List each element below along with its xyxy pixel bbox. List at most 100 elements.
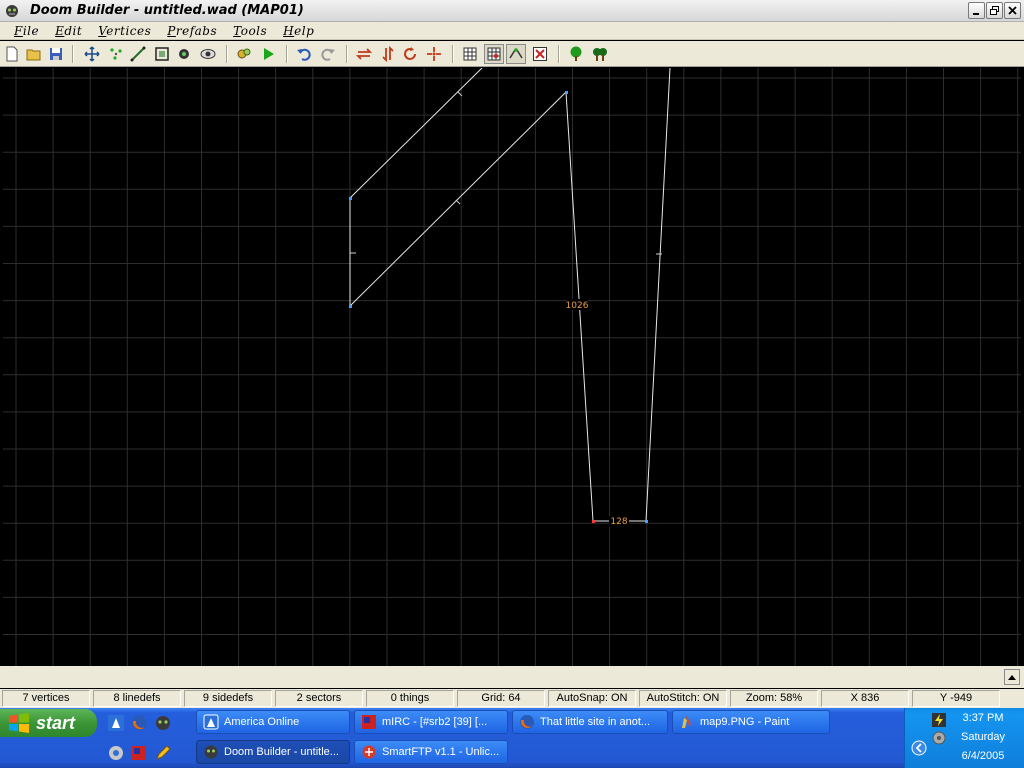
close-button[interactable]: [1004, 2, 1021, 19]
task-mirc[interactable]: mIRC - [#srb2 [39] [...: [354, 710, 508, 734]
task-doom-builder[interactable]: Doom Builder - untitle...: [196, 740, 350, 764]
menu-help[interactable]: Help: [275, 24, 322, 38]
aol-icon: [203, 714, 219, 730]
undo-icon: [297, 48, 311, 61]
flip-horizontal-button[interactable]: [354, 44, 374, 64]
task-firefox[interactable]: That little site in anot...: [512, 710, 668, 734]
grid-toggle-icon: [463, 47, 477, 61]
grid-toggle-button[interactable]: [460, 44, 480, 64]
doom-builder-icon: [204, 745, 218, 759]
toolbar: [0, 41, 1024, 67]
close-map-icon: [533, 47, 547, 61]
status-autosnap: AutoSnap: ON: [548, 690, 636, 707]
stitch-icon: [509, 48, 523, 59]
map-tree-button[interactable]: [590, 44, 610, 64]
move-mode-button[interactable]: [82, 44, 102, 64]
linedef[interactable]: [349, 91, 567, 307]
menu-prefabs[interactable]: Prefabs: [159, 24, 225, 38]
restore-button[interactable]: [986, 2, 1003, 19]
vertex[interactable]: [592, 520, 595, 523]
things-mode-icon: [179, 49, 189, 59]
task-label: America Online: [224, 716, 300, 728]
things-mode-button[interactable]: [174, 44, 194, 64]
windows-logo-icon: [9, 713, 29, 733]
rotate-button[interactable]: [400, 44, 420, 64]
status-sidedefs: 9 sidedefs: [184, 690, 272, 707]
task-label: Doom Builder - untitle...: [224, 746, 339, 758]
linedefs-mode-button[interactable]: [128, 44, 148, 64]
save-map-button[interactable]: [46, 44, 66, 64]
aol-quicklaunch-icon[interactable]: [107, 714, 125, 732]
menu-file[interactable]: File: [6, 24, 47, 38]
long-line-length-label: 1026: [566, 301, 589, 311]
game-quicklaunch-icon[interactable]: [107, 744, 125, 762]
sectors-mode-button[interactable]: [152, 44, 172, 64]
snap-grid-icon: [487, 47, 501, 61]
scroll-up-button[interactable]: [1004, 669, 1020, 685]
minimize-button[interactable]: [968, 2, 985, 19]
pencil-quicklaunch-icon[interactable]: [154, 744, 172, 762]
flip-vertical-button[interactable]: [378, 44, 398, 64]
restore-icon: [990, 6, 999, 15]
redo-button[interactable]: [318, 44, 338, 64]
short-line-length-label: 128: [610, 517, 627, 527]
task-label: That little site in anot...: [540, 716, 651, 728]
linedefs[interactable]: [349, 68, 671, 522]
paint-icon: [682, 716, 691, 728]
window-title: Doom Builder - untitled.wad (MAP01): [30, 3, 304, 18]
title-bar[interactable]: Doom Builder - untitled.wad (MAP01): [0, 0, 1024, 22]
vertices-mode-button[interactable]: [106, 44, 126, 64]
map-grid: [3, 68, 1021, 666]
status-bar: 7 vertices 8 linedefs 9 sidedefs 2 secto…: [0, 689, 1024, 708]
task-paint[interactable]: map9.PNG - Paint: [672, 710, 830, 734]
mirc-quicklaunch-icon[interactable]: [130, 744, 148, 762]
vertex[interactable]: [349, 197, 352, 200]
scale-button[interactable]: [424, 44, 444, 64]
status-vertices: 7 vertices: [2, 690, 90, 707]
test-map-icon: [264, 48, 274, 60]
doom-builder-quicklaunch-icon[interactable]: [154, 714, 172, 732]
vertex[interactable]: [645, 520, 648, 523]
arrow-up-icon: [1008, 675, 1016, 680]
mirc-icon: [362, 715, 376, 729]
vertex[interactable]: [565, 91, 568, 94]
build-nodes-button[interactable]: [234, 44, 254, 64]
save-icon: [50, 48, 62, 60]
status-autostitch: AutoStitch: ON: [639, 690, 727, 707]
doom-builder-app-icon[interactable]: [4, 3, 20, 19]
status-linedefs: 8 linedefs: [93, 690, 181, 707]
close-icon: [1008, 6, 1017, 15]
start-label: start: [36, 712, 76, 733]
build-nodes-icon: [237, 48, 251, 59]
task-smartftp[interactable]: SmartFTP v1.1 - Unlic...: [354, 740, 508, 764]
new-map-button[interactable]: [2, 44, 22, 64]
tree-dark-icon: [593, 48, 607, 61]
start-button[interactable]: start: [0, 709, 97, 737]
script-editor-button[interactable]: [566, 44, 586, 64]
undo-button[interactable]: [294, 44, 314, 64]
3d-mode-button[interactable]: [198, 44, 218, 64]
status-y-coordinate: Y -949: [912, 690, 1000, 707]
clock-date: 6/4/2005: [961, 750, 1005, 762]
menu-tools[interactable]: Tools: [225, 24, 275, 38]
scale-icon: [427, 47, 441, 61]
task-aol[interactable]: America Online: [196, 710, 350, 734]
menu-edit[interactable]: Edit: [47, 24, 90, 38]
clock-time[interactable]: 3:37 PM: [905, 712, 1024, 724]
3d-mode-icon: [200, 49, 216, 59]
map-canvas[interactable]: 1026 128: [3, 68, 1021, 666]
auto-stitch-button[interactable]: [506, 44, 526, 64]
snap-to-grid-button[interactable]: [484, 44, 504, 64]
linedef[interactable]: [349, 68, 483, 199]
test-map-button[interactable]: [258, 44, 278, 64]
rotate-icon: [404, 47, 416, 60]
vertex[interactable]: [349, 305, 352, 308]
redo-icon: [321, 48, 335, 61]
linedef[interactable]: [645, 68, 671, 522]
minimize-icon: [973, 13, 979, 15]
map-drawing[interactable]: 1026 128: [3, 68, 1021, 666]
firefox-quicklaunch-icon[interactable]: [130, 714, 148, 732]
open-map-button[interactable]: [24, 44, 44, 64]
menu-vertices[interactable]: Vertices: [90, 24, 159, 38]
close-map-button[interactable]: [530, 44, 550, 64]
